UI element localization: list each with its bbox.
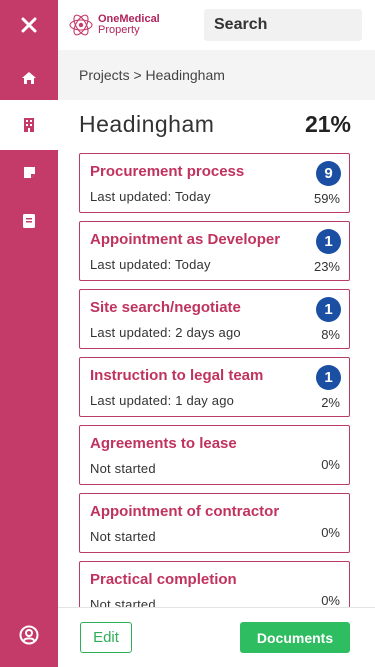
stage-title: Agreements to lease [90, 435, 237, 452]
stage-progress: 0% [321, 457, 340, 472]
close-button[interactable] [0, 0, 58, 50]
notification-badge: 1 [316, 297, 341, 322]
stage-status: Not started [90, 461, 156, 476]
stage-list: Procurement process Last updated: Today … [79, 153, 351, 608]
close-icon [21, 17, 37, 33]
stage-title: Appointment as Developer [90, 231, 281, 248]
project-header: Headingham 21% [79, 111, 351, 141]
home-icon [22, 72, 36, 84]
document-icon [23, 214, 35, 228]
brand-logo-icon [69, 14, 93, 36]
stage-progress: 8% [321, 327, 340, 342]
stage-title: Procurement process [90, 163, 245, 180]
page-title: Headingham [79, 111, 215, 137]
sidebar-item-home[interactable] [0, 53, 58, 103]
sidebar-item-notes[interactable] [0, 147, 58, 197]
sidebar [0, 0, 58, 667]
brand-name-line2: Property [98, 24, 140, 36]
stage-card[interactable]: Agreements to lease Not started 0% [79, 425, 350, 485]
note-icon [23, 166, 35, 178]
top-bar: OneMedical Property Search [58, 0, 375, 50]
documents-button[interactable]: Documents [240, 622, 350, 653]
stage-progress: 59% [313, 191, 340, 206]
stage-title: Instruction to legal team [90, 367, 264, 384]
stage-card[interactable]: Appointment as Developer Last updated: T… [79, 221, 350, 281]
search-input[interactable]: Search [204, 9, 362, 41]
brand-logo: OneMedical Property [68, 12, 160, 38]
sidebar-item-profile[interactable] [0, 610, 58, 660]
project-progress: 21% [304, 111, 351, 137]
stage-status: Not started [90, 529, 156, 544]
building-icon [24, 118, 34, 132]
sidebar-item-documents[interactable] [0, 196, 58, 246]
notification-badge: 9 [316, 161, 341, 186]
stage-progress: 0% [321, 593, 340, 608]
breadcrumb: Projects > Headingham [58, 50, 375, 100]
user-profile-icon [19, 625, 39, 645]
notification-badge: 1 [316, 365, 341, 390]
stage-card[interactable]: Appointment of contractor Not started 0% [79, 493, 350, 553]
stage-card[interactable]: Instruction to legal team Last updated: … [79, 357, 350, 417]
stage-progress: 2% [321, 395, 340, 410]
stage-last-updated: Last updated: Today [90, 257, 211, 272]
stage-card[interactable]: Practical completion Not started 0% [79, 561, 350, 608]
stage-card[interactable]: Procurement process Last updated: Today … [79, 153, 350, 213]
stage-card[interactable]: Site search/negotiate Last updated: 2 da… [79, 289, 350, 349]
stage-title: Site search/negotiate [90, 299, 241, 316]
sidebar-item-projects[interactable] [0, 100, 58, 150]
stage-progress: 23% [313, 259, 340, 274]
stage-last-updated: Last updated: 1 day ago [90, 393, 235, 408]
notification-badge: 1 [316, 229, 341, 254]
breadcrumb-text[interactable]: Projects > Headingham [79, 67, 225, 83]
action-bar: Edit Documents [58, 607, 375, 667]
stage-progress: 0% [321, 525, 340, 540]
edit-button[interactable]: Edit [80, 622, 132, 653]
stage-last-updated: Last updated: 2 days ago [90, 325, 241, 340]
stage-title: Appointment of contractor [90, 503, 280, 520]
stage-title: Practical completion [90, 571, 237, 588]
stage-last-updated: Last updated: Today [90, 189, 211, 204]
